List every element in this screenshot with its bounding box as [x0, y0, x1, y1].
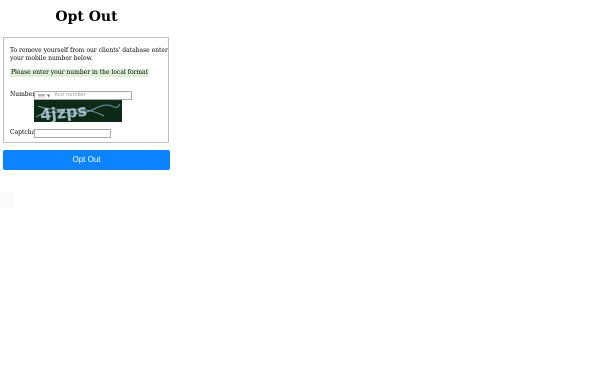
chevron-down-icon[interactable]: ▼ [47, 92, 50, 99]
faint-artifact [0, 192, 14, 208]
captcha-input[interactable] [34, 129, 111, 138]
number-label: Number [10, 91, 36, 98]
opt-out-button[interactable]: Opt Out [3, 150, 170, 170]
phone-number-input[interactable] [54, 92, 130, 99]
captcha-image: 4jzps [34, 100, 122, 122]
captcha-text: 4jzps [39, 101, 88, 122]
format-hint: Please enter your number in the local fo… [10, 69, 150, 77]
captcha-label: Captcha [10, 129, 36, 136]
page-title: Opt Out [55, 9, 118, 25]
captcha-graphic: 4jzps [34, 100, 122, 122]
opt-out-form: To remove yourself from our clients' dat… [3, 37, 169, 143]
intro-text: To remove yourself from our clients' dat… [10, 47, 168, 62]
phone-field[interactable]: ▼ [34, 91, 132, 100]
flag-icon[interactable] [38, 94, 45, 98]
